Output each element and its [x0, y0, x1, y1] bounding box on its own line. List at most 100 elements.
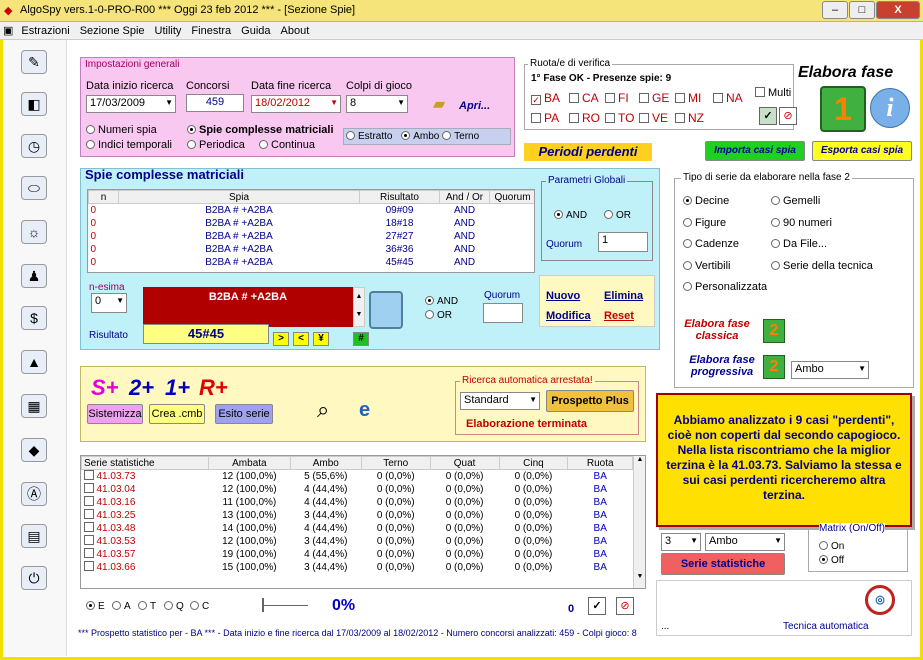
menu-sezione-spie[interactable]: Sezione Spie — [75, 23, 150, 39]
dollar-icon[interactable]: $ — [21, 306, 47, 330]
wheel-ba[interactable]: ✓ BA — [531, 91, 560, 105]
standard-select[interactable]: Standard — [460, 392, 540, 410]
wheel-ro[interactable]: RO — [569, 111, 600, 125]
col-ambo[interactable]: Ambo — [289, 456, 362, 470]
radio-a[interactable]: A — [112, 601, 131, 612]
progress-slider-track[interactable] — [262, 605, 308, 606]
table-row[interactable]: 41.03.66 15 (100,0%) 3 (44,4%) 0 (0,0%) 0 (0… — [82, 561, 633, 574]
a-icon[interactable]: Ⓐ — [21, 482, 47, 506]
col-quorum[interactable]: Quorum — [489, 190, 534, 204]
opt-serie-tecnica[interactable]: Serie della tecnica — [771, 260, 873, 272]
col-ruota[interactable]: Ruota — [567, 456, 633, 470]
ie-icon[interactable]: e — [359, 399, 370, 422]
phase-two-classic-button[interactable]: 2 — [763, 319, 785, 343]
table-row[interactable]: 0 B2BA # +A2BA 09#09 AND — [89, 204, 535, 217]
serie-statistiche-button[interactable]: Serie statistiche — [661, 553, 785, 575]
opt-estratto[interactable]: Estratto — [346, 131, 392, 142]
key-lt[interactable]: < — [293, 332, 309, 346]
opt-decine[interactable]: Decine — [683, 195, 729, 207]
key-hash[interactable]: # — [353, 332, 369, 346]
reset-link[interactable]: Reset — [604, 310, 634, 322]
draws-field[interactable]: 459 — [186, 94, 244, 112]
menu-guida[interactable]: Guida — [236, 23, 275, 39]
formula-field[interactable]: B2BA # +A2BA — [143, 287, 353, 327]
opt-90-numeri[interactable]: 90 numeri — [771, 217, 832, 229]
and2[interactable]: AND — [425, 296, 458, 307]
wheel-pa[interactable]: PA — [531, 111, 559, 125]
opt-continua[interactable]: Continua — [259, 139, 315, 151]
pill-icon[interactable]: ⬭ — [21, 176, 47, 200]
date-end-field[interactable]: 18/02/2012 — [251, 95, 341, 113]
menu-finestra[interactable]: Finestra — [186, 23, 236, 39]
risultato-field[interactable]: 45#45 — [143, 324, 269, 344]
crea-cmb-button[interactable]: Crea .cmb — [149, 404, 205, 424]
menu-utility[interactable]: Utility — [150, 23, 187, 39]
minimize-button[interactable]: – — [822, 1, 848, 19]
opt-personalizzata[interactable]: Personalizzata — [683, 281, 767, 293]
opt-da-file[interactable]: Da File... — [771, 238, 827, 250]
opt-gemelli[interactable]: Gemelli — [771, 195, 820, 207]
col-quat[interactable]: Quat — [429, 456, 500, 470]
phase-two-progressive-button[interactable]: 2 — [763, 355, 785, 379]
monitor-icon[interactable] — [369, 291, 403, 329]
juggler-icon[interactable]: ♟ — [21, 264, 47, 288]
progressive-select[interactable]: Ambo — [791, 361, 869, 379]
stop-icon[interactable]: ⊘ — [779, 107, 797, 125]
pencil-icon[interactable]: ✎ — [21, 50, 47, 74]
multi-checkbox[interactable]: Multi — [755, 87, 791, 99]
table-row[interactable]: 41.03.25 13 (100,0%) 3 (44,4%) 0 (0,0%) 0 (0… — [82, 509, 633, 522]
esito-serie-button[interactable]: Esito serie — [215, 404, 273, 424]
calendar-icon[interactable]: ▦ — [21, 394, 47, 418]
col-n[interactable]: n — [88, 190, 119, 204]
import-button[interactable]: Importa casi spia — [705, 141, 805, 161]
folder-icon[interactable]: ▰ — [433, 94, 445, 114]
menu-about[interactable]: About — [276, 23, 315, 39]
diamond-icon[interactable]: ◆ — [21, 438, 47, 462]
table-row[interactable]: 0 B2BA # +A2BA 18#18 AND — [89, 217, 535, 230]
stats-scrollbar[interactable]: ▲ ▼ — [633, 456, 645, 588]
sistemizza-button[interactable]: Sistemizza — [87, 404, 143, 424]
table-row[interactable]: 0 B2BA # +A2BA 45#45 AND — [89, 256, 535, 269]
col-ambata[interactable]: Ambata — [207, 456, 291, 470]
info-icon[interactable]: i — [870, 88, 910, 128]
col-terno[interactable]: Terno — [360, 456, 431, 470]
magnifier-icon[interactable]: ⌕ — [317, 397, 329, 423]
table-row[interactable]: 41.03.48 14 (100,0%) 4 (44,4%) 0 (0,0%) 0 (0… — [82, 522, 633, 535]
opt-numeri-spia[interactable]: Numeri spia — [86, 124, 157, 136]
wheel-mi[interactable]: MI — [675, 91, 701, 105]
phase-one-button[interactable]: 1 — [820, 86, 866, 132]
power-icon[interactable]: ⏻ — [21, 566, 47, 590]
target-icon[interactable]: ◎ — [865, 585, 895, 615]
table-row[interactable]: 41.03.53 12 (100,0%) 3 (44,4%) 0 (0,0%) 0 (0… — [82, 535, 633, 548]
shots-field[interactable]: 8 — [346, 95, 408, 113]
date-start-field[interactable]: 17/03/2009 — [86, 95, 176, 113]
radio-e[interactable]: E — [86, 601, 105, 612]
formula-scrollbar[interactable]: ▲ ▼ — [353, 287, 365, 327]
count-select[interactable]: 3 — [661, 533, 701, 551]
check-button[interactable]: ✓ — [759, 107, 777, 125]
table-row[interactable]: 0 B2BA # +A2BA 36#36 AND — [89, 243, 535, 256]
prospetto-plus-button[interactable]: Prospetto Plus — [546, 390, 634, 412]
col-andor[interactable]: And / Or — [439, 190, 490, 204]
notebook-icon[interactable]: ▤ — [21, 524, 47, 548]
table-row[interactable]: 0 B2BA # +A2BA 27#27 AND — [89, 230, 535, 243]
opt-indici-temporali[interactable]: Indici temporali — [86, 139, 172, 151]
radio-c[interactable]: C — [190, 601, 209, 612]
col-risultato[interactable]: Risultato — [359, 190, 440, 204]
eraser-icon[interactable]: ◧ — [21, 92, 47, 116]
table-row[interactable]: 41.03.57 19 (100,0%) 4 (44,4%) 0 (0,0%) 0 (0… — [82, 548, 633, 561]
modifica-link[interactable]: Modifica — [546, 310, 591, 322]
params-and[interactable]: AND — [554, 210, 587, 221]
params-quorum-field[interactable]: 1 — [598, 232, 648, 252]
menu-estrazioni[interactable]: Estrazioni — [16, 23, 74, 39]
key-gt[interactable]: > — [273, 332, 289, 346]
or2[interactable]: OR — [425, 310, 452, 321]
opt-cadenze[interactable]: Cadenze — [683, 238, 739, 250]
opt-figure[interactable]: Figure — [683, 217, 726, 229]
bulb-icon[interactable]: ☼ — [21, 220, 47, 244]
opt-spie-complesse[interactable]: Spie complesse matriciali — [187, 124, 334, 136]
elimina-link[interactable]: Elimina — [604, 290, 643, 302]
col-cinq[interactable]: Cinq — [498, 456, 569, 470]
wheel-ge[interactable]: GE — [639, 91, 669, 105]
table-row[interactable]: 41.03.16 11 (100,0%) 4 (44,4%) 0 (0,0%) 0 (0… — [82, 496, 633, 509]
